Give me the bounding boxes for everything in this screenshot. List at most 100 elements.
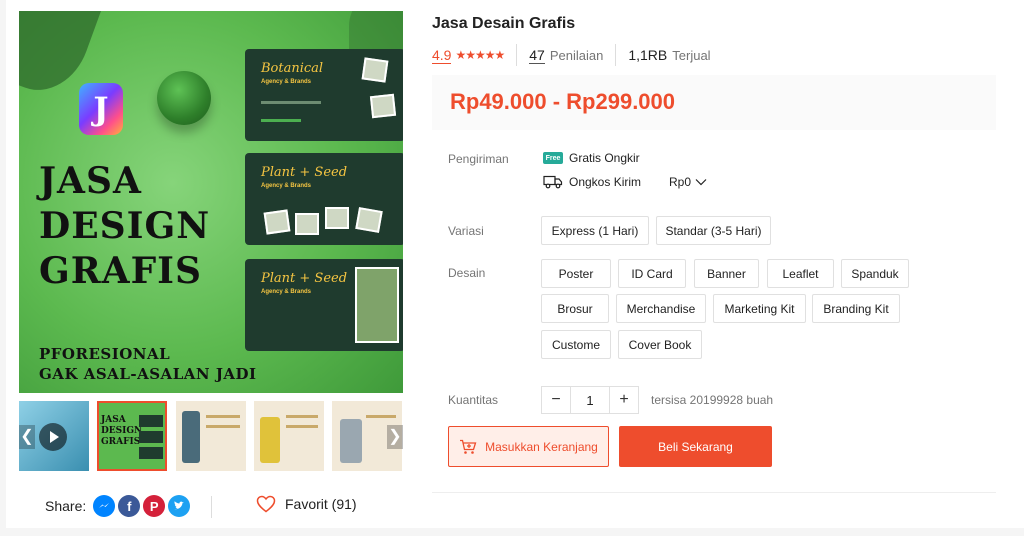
quantity-input[interactable]: 1: [570, 387, 610, 413]
facebook-icon[interactable]: f: [118, 495, 141, 517]
thumbnail-line: [286, 415, 318, 418]
thumbnail-headline-line: JASA: [101, 415, 126, 425]
thumbnail-phone: [260, 417, 280, 463]
mockup-slide: Plant + Seed Agency & Brands: [245, 259, 403, 351]
thumbnail-slide: [139, 431, 163, 443]
thumbnail-line: [206, 425, 240, 428]
design-option[interactable]: Brosur: [541, 294, 609, 323]
add-to-cart-button[interactable]: Masukkan Keranjang: [448, 426, 609, 467]
design-option[interactable]: Custome: [541, 330, 611, 359]
subline-line: PFORESIONAL: [39, 345, 171, 363]
thumbnail-headline: JASA DESIGN GRAFIS: [101, 415, 142, 448]
thumbnail-slide: [139, 415, 163, 427]
thumbnail-headline-line: DESIGN: [101, 426, 143, 436]
slide-photo: [325, 207, 349, 229]
messenger-icon[interactable]: [93, 495, 116, 517]
thumbnail-headline-line: GRAFIS: [101, 437, 141, 447]
slide-title: Plant + Seed: [261, 271, 348, 286]
reviews-label: Penilaian: [549, 47, 604, 63]
slide-bar: [261, 101, 321, 104]
thumbnail-image-active[interactable]: JASA DESIGN GRAFIS: [97, 401, 167, 471]
free-shipping-icon: Free: [543, 152, 563, 164]
thumbnail-phone: [182, 411, 200, 463]
slide-subtitle: Agency & Brands: [261, 79, 312, 85]
slide-photo: [361, 57, 389, 83]
play-icon: [39, 423, 67, 451]
product-stats: 4.9 ★★★★★ 47 Penilaian 1,1RB Terjual: [432, 44, 711, 66]
twitter-icon[interactable]: [168, 495, 191, 517]
free-shipping: Free Gratis Ongkir: [543, 151, 640, 165]
shipping-cost-dropdown[interactable]: Rp0: [669, 175, 707, 189]
share-divider: [211, 496, 212, 518]
share-bar: Share: f P: [45, 495, 191, 517]
design-option[interactable]: Merchandise: [616, 294, 706, 323]
slide-photo: [355, 267, 399, 343]
shipping-cost: Ongkos Kirim: [543, 175, 641, 189]
pinterest-icon[interactable]: P: [143, 495, 166, 517]
design-option[interactable]: Banner: [694, 259, 759, 288]
quantity-stepper: − 1 +: [541, 386, 639, 414]
variant-option[interactable]: Express (1 Hari): [541, 216, 649, 245]
headline-line: JASA: [39, 160, 142, 202]
thumbnail-strip: JASA DESIGN GRAFIS ❮ ❯: [19, 401, 403, 471]
rating-stars-icon: ★★★★★: [455, 48, 505, 62]
slide-bar: [261, 119, 301, 122]
favorite-label: Favorit (91): [285, 496, 357, 512]
shipping-cost-value: Rp0: [669, 175, 692, 189]
rating-value[interactable]: 4.9: [432, 47, 452, 64]
quantity-label: Kuantitas: [448, 393, 499, 407]
design-option[interactable]: Poster: [541, 259, 611, 288]
price-range: Rp49.000 - Rp299.000: [450, 89, 676, 114]
slide-title: Plant + Seed: [261, 165, 348, 180]
design-option[interactable]: Cover Book: [618, 330, 702, 359]
thumbnail-line: [206, 415, 240, 418]
design-option[interactable]: Leaflet: [767, 259, 834, 288]
reviews-count[interactable]: 47: [529, 47, 545, 64]
product-main-image[interactable]: J JASA DESIGN GRAFIS PFORESIONAL GAK ASA…: [19, 11, 403, 393]
quantity-increase-button[interactable]: +: [610, 387, 638, 413]
plant-decoration: [157, 71, 211, 125]
thumbnail-prev-arrow[interactable]: ❮: [19, 425, 35, 449]
variasi-label: Variasi: [448, 224, 484, 238]
slide-photo: [369, 93, 397, 119]
buy-now-button[interactable]: Beli Sekarang: [619, 426, 772, 467]
design-option[interactable]: Spanduk: [841, 259, 909, 288]
stats-separator: [516, 44, 518, 66]
product-card: J JASA DESIGN GRAFIS PFORESIONAL GAK ASA…: [6, 0, 1024, 528]
mockup-slide: Botanical Agency & Brands: [245, 49, 403, 141]
image-subline: PFORESIONAL GAK ASAL-ASALAN JADI: [39, 344, 257, 384]
shipping-label: Pengiriman: [448, 152, 509, 166]
subline-line: GAK ASAL-ASALAN JADI: [39, 365, 257, 383]
thumbnail-line: [286, 425, 318, 428]
brand-logo: J: [79, 83, 123, 135]
heart-icon: [256, 495, 276, 513]
design-option[interactable]: Branding Kit: [812, 294, 900, 323]
variant-option[interactable]: Standar (3-5 Hari): [656, 216, 771, 245]
share-label: Share:: [45, 498, 87, 514]
slide-title: Botanical: [261, 61, 324, 76]
thumbnail-image[interactable]: [176, 401, 246, 471]
chevron-down-icon: [695, 179, 707, 186]
slide-subtitle: Agency & Brands: [261, 289, 312, 295]
thumbnail-next-arrow[interactable]: ❯: [387, 425, 403, 449]
slide-photo: [355, 207, 383, 233]
mockup-slide: Plant + Seed Agency & Brands: [245, 153, 403, 245]
image-headline: JASA DESIGN GRAFIS: [39, 159, 210, 294]
sold-label: Terjual: [672, 47, 711, 63]
add-to-cart-label: Masukkan Keranjang: [485, 439, 598, 454]
sold-count: 1,1RB: [628, 47, 668, 63]
price-box: Rp49.000 - Rp299.000: [432, 75, 996, 130]
thumbnail-image[interactable]: [254, 401, 324, 471]
shipping-cost-label: Ongkos Kirim: [569, 175, 642, 189]
favorite-button[interactable]: Favorit (91): [256, 495, 357, 513]
stock-remaining: tersisa 20199928 buah: [651, 393, 774, 407]
thumbnail-slide: [139, 447, 163, 459]
quantity-decrease-button[interactable]: −: [542, 387, 570, 413]
design-option[interactable]: ID Card: [618, 259, 686, 288]
slide-photo: [295, 213, 319, 235]
slide-photo: [263, 209, 291, 235]
design-option[interactable]: Marketing Kit: [713, 294, 806, 323]
free-shipping-label: Gratis Ongkir: [569, 151, 640, 165]
headline-line: GRAFIS: [39, 250, 202, 292]
slide-subtitle: Agency & Brands: [261, 183, 312, 189]
